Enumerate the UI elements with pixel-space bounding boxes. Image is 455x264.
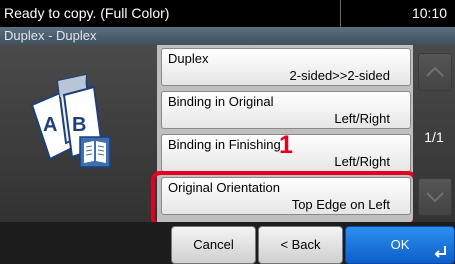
option-value: Left/Right (334, 154, 390, 169)
ok-button[interactable]: OK (345, 226, 455, 264)
scroll-up-icon[interactable] (418, 53, 452, 91)
pager-panel: 1/1 (413, 45, 455, 222)
screen-subtitle: Duplex - Duplex (4, 28, 97, 43)
callout-number: 1 (279, 131, 293, 159)
highlight-frame (151, 171, 417, 227)
status-time: 10:10 (411, 5, 447, 21)
duplex-option[interactable]: Duplex 2-sided>>2-sided (161, 48, 411, 86)
subtitle-bar: Duplex - Duplex (0, 27, 455, 45)
page-indicator: 1/1 (424, 129, 444, 145)
svg-text:B: B (72, 114, 86, 136)
status-message: Ready to copy. (Full Color) (4, 0, 341, 27)
option-value: 2-sided>>2-sided (289, 68, 390, 83)
svg-text:A: A (43, 114, 57, 136)
cancel-button[interactable]: Cancel (171, 226, 256, 264)
bottom-action-bar: Cancel < Back OK (0, 222, 455, 264)
option-value: Left/Right (334, 111, 390, 126)
option-label: Duplex (168, 51, 209, 66)
option-label: Binding in Finishing (168, 137, 281, 152)
binding-in-original-option[interactable]: Binding in Original Left/Right (161, 91, 411, 129)
scroll-down-icon[interactable] (418, 178, 452, 216)
status-bar: Ready to copy. (Full Color) 10:10 (0, 0, 455, 27)
duplex-document-icon: A B (28, 73, 128, 188)
ok-label: OK (390, 237, 410, 252)
back-button[interactable]: < Back (258, 226, 343, 264)
function-icon-panel: A B (0, 45, 157, 222)
option-label: Binding in Original (168, 94, 274, 109)
enter-icon (434, 246, 446, 258)
